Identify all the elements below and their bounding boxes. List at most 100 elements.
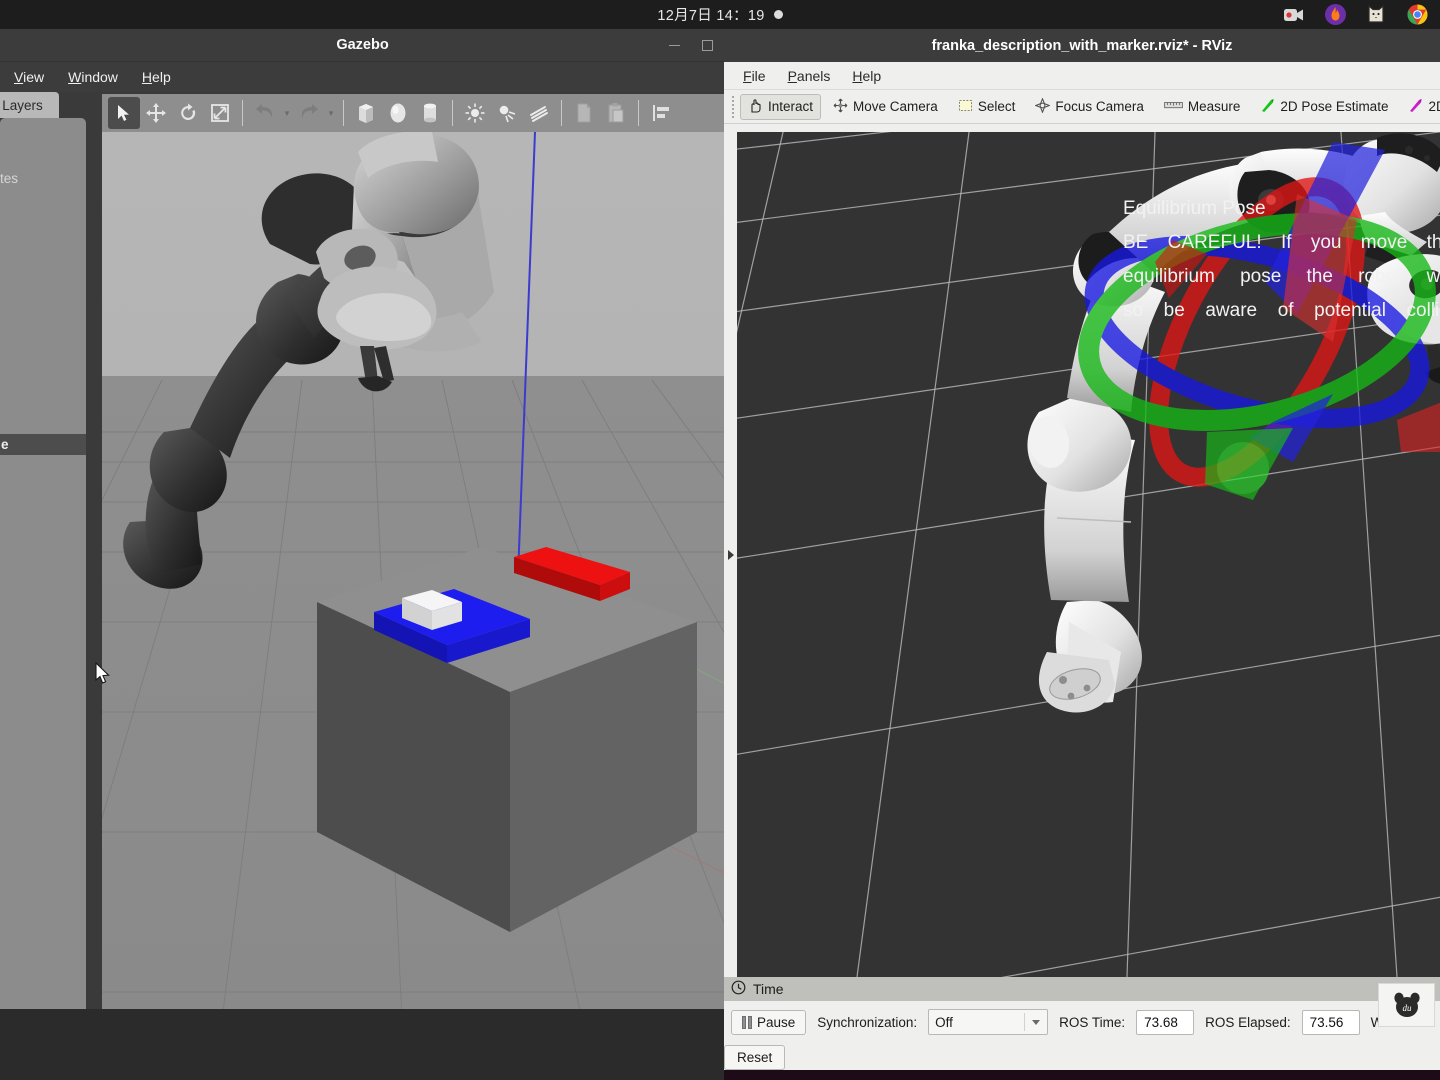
align-button[interactable] — [645, 97, 677, 129]
rviz-menu-file[interactable]: File — [732, 66, 777, 86]
point-light-button[interactable] — [459, 97, 491, 129]
chevron-down-icon — [1032, 1019, 1041, 1025]
move-camera-icon — [833, 98, 848, 116]
undo-tool-button[interactable] — [249, 97, 281, 129]
pause-button-label: Pause — [757, 1014, 796, 1030]
copy-button[interactable] — [568, 97, 600, 129]
gazebo-menu-help[interactable]: Help — [130, 66, 183, 88]
cat-icon[interactable] — [1365, 4, 1387, 26]
gazebo-left-panel: tes e — [0, 118, 86, 1044]
rviz-tool-bar: Interact Move Camera Select Focus Camera — [724, 90, 1440, 124]
gazebo-scene-graphics — [102, 132, 725, 1020]
reset-button[interactable]: Reset — [724, 1045, 786, 1070]
tool-select[interactable]: Select — [950, 94, 1024, 120]
magenta-arrow-icon — [1408, 98, 1423, 116]
tool-measure-label: Measure — [1187, 99, 1241, 114]
redo-dropdown-arrow-icon[interactable]: ▾ — [325, 98, 337, 128]
chevron-right-icon — [727, 549, 734, 560]
hand-cursor-icon — [748, 98, 763, 116]
gazebo-window-controls — [669, 29, 713, 62]
insert-cylinder-button[interactable] — [414, 97, 446, 129]
synchronization-value: Off — [935, 1014, 953, 1030]
recording-dot-icon — [773, 10, 783, 19]
gazebo-window: Gazebo VViewiew Window Help Layers tes e — [0, 29, 725, 1072]
ruler-icon — [1164, 99, 1183, 114]
tool-move-camera[interactable]: Move Camera — [825, 94, 946, 120]
select-rect-icon — [958, 98, 973, 116]
tool-move-camera-label: Move Camera — [853, 99, 938, 114]
gazebo-tab-layers[interactable]: Layers — [0, 92, 59, 118]
gazebo-title-bar[interactable]: Gazebo — [0, 29, 725, 62]
rviz-window: franka_description_with_marker.rviz* - R… — [724, 29, 1440, 1070]
gazebo-3d-viewport[interactable] — [102, 132, 725, 1020]
mouse-cursor — [95, 661, 111, 691]
gazebo-left-panel-selected-row[interactable]: e — [0, 434, 86, 455]
gazebo-toolbar: ▾ ▾ — [102, 94, 725, 132]
gazebo-menu-bar: VViewiew Window Help — [0, 62, 725, 92]
screen-root: 12月7日 14：19 Gazebo View Window Help Laye… — [0, 0, 1440, 1080]
system-clock[interactable]: 12月7日 14：19 — [657, 4, 783, 25]
ros-elapsed-label: ROS Elapsed: — [1205, 1014, 1291, 1030]
synchronization-label: Synchronization: — [817, 1014, 918, 1030]
ros-time-field[interactable]: 73.68 — [1136, 1009, 1195, 1035]
scale-tool-button[interactable] — [204, 97, 236, 129]
pause-icon — [742, 1015, 752, 1029]
ros-elapsed-value: 73.56 — [1309, 1014, 1344, 1030]
select-tool-button[interactable] — [108, 97, 140, 129]
flame-icon[interactable] — [1324, 4, 1346, 26]
rviz-overlay-text: Equilibrium Pose BE CAREFUL! If you move… — [1123, 192, 1440, 328]
paste-button[interactable] — [600, 97, 632, 129]
translate-tool-button[interactable] — [140, 97, 172, 129]
gazebo-minimize-button[interactable] — [669, 44, 680, 47]
rotate-tool-button[interactable] — [172, 97, 204, 129]
overlay-line-2: equilibrium pose the robot will — [1123, 266, 1440, 287]
redo-tool-button[interactable] — [293, 97, 325, 129]
tool-focus-camera[interactable]: Focus Camera — [1027, 94, 1152, 120]
tool-focus-camera-label: Focus Camera — [1055, 99, 1144, 114]
chrome-icon[interactable] — [1406, 4, 1428, 26]
toolbar-drag-handle[interactable] — [732, 95, 734, 118]
gazebo-maximize-button[interactable] — [702, 40, 713, 51]
overlay-line-3: so be aware of potential collisi — [1123, 300, 1440, 321]
system-datetime: 12月7日 14：19 — [657, 8, 765, 24]
desktop-bottom-strip — [724, 1070, 1440, 1080]
insert-box-button[interactable] — [350, 97, 382, 129]
pause-button[interactable]: Pause — [731, 1009, 807, 1035]
svg-text:du: du — [1402, 1003, 1412, 1013]
tool-select-label: Select — [977, 99, 1016, 114]
synchronization-select[interactable]: Off — [928, 1009, 1049, 1035]
overlay-heading: Equilibrium Pose — [1123, 198, 1266, 219]
rviz-title-bar[interactable]: franka_description_with_marker.rviz* - R… — [724, 29, 1440, 62]
gazebo-menu-window[interactable]: Window — [56, 66, 130, 88]
undo-dropdown-arrow-icon[interactable]: ▾ — [281, 98, 293, 128]
rviz-menu-help[interactable]: Help — [841, 66, 892, 86]
rviz-time-panel-body: Pause Synchronization: Off ROS Time: 73.… — [724, 983, 1440, 1070]
gazebo-menu-view[interactable]: VViewiew — [2, 66, 56, 88]
ros-elapsed-field[interactable]: 73.56 — [1301, 1009, 1360, 1035]
clock-icon — [731, 980, 746, 998]
toolbar-separator — [638, 100, 639, 126]
bear-icon: du — [1393, 992, 1420, 1017]
tool-interact-label: Interact — [768, 99, 814, 114]
tool-measure[interactable]: Measure — [1156, 95, 1249, 118]
tool-2d-pose-estimate[interactable]: 2D Pose Estimate — [1252, 94, 1396, 120]
rviz-menu-bar: File Panels Help — [724, 62, 1440, 90]
gazebo-panel-tabs: Layers — [0, 92, 100, 118]
gazebo-body: Layers tes e ▾ ▾ — [0, 92, 725, 1072]
rviz-3d-viewport[interactable]: Equilibrium Pose BE CAREFUL! If you move… — [737, 132, 1440, 977]
tool-interact[interactable]: Interact — [740, 93, 822, 120]
gazebo-window-title: Gazebo — [336, 37, 389, 53]
insert-sphere-button[interactable] — [382, 97, 414, 129]
system-top-bar: 12月7日 14：19 — [0, 0, 1440, 29]
rviz-menu-panels[interactable]: Panels — [777, 66, 842, 86]
video-camera-icon[interactable] — [1283, 4, 1305, 26]
toolbar-separator — [343, 100, 344, 126]
rviz-time-panel-header: Time — [724, 977, 1440, 1001]
directional-light-button[interactable] — [523, 97, 555, 129]
tool-2d-nav-goal[interactable]: 2D Nav Go — [1400, 94, 1440, 120]
spot-light-button[interactable] — [491, 97, 523, 129]
baidu-input-badge[interactable]: du — [1378, 983, 1435, 1027]
rviz-panel-expander[interactable] — [724, 132, 737, 977]
tool-2d-nav-goal-label: 2D Nav Go — [1428, 99, 1440, 114]
time-panel-row-1: Pause Synchronization: Off ROS Time: 73.… — [731, 1009, 1422, 1035]
